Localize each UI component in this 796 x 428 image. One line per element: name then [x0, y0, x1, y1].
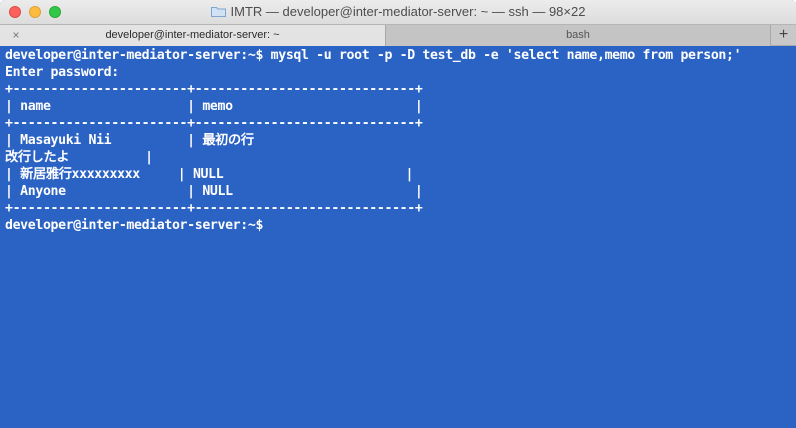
terminal-line: +-----------------------+---------------…: [5, 116, 423, 131]
tab-label: bash: [566, 29, 590, 41]
terminal-line: +-----------------------+---------------…: [5, 201, 423, 216]
terminal-line: 改行したよ |: [5, 150, 153, 165]
new-tab-button[interactable]: +: [770, 25, 796, 46]
terminal-output[interactable]: developer@inter-mediator-server:~$ mysql…: [0, 46, 796, 428]
terminal-line: | name | memo |: [5, 99, 423, 114]
tab-bash[interactable]: bash: [385, 25, 770, 46]
terminal-line: Enter password:: [5, 65, 119, 80]
terminal-line: developer@inter-mediator-server:~$: [5, 218, 264, 233]
window-title-wrap: IMTR — developer@inter-mediator-server: …: [0, 0, 796, 24]
minimize-window-button[interactable]: [29, 6, 41, 18]
terminal-line: | 新居雅行xxxxxxxxx | NULL |: [5, 167, 414, 182]
terminal-window: IMTR — developer@inter-mediator-server: …: [0, 0, 796, 428]
tab-ssh[interactable]: × developer@inter-mediator-server: ~: [0, 25, 385, 46]
terminal-line: | Anyone | NULL |: [5, 184, 423, 199]
tab-bar: × developer@inter-mediator-server: ~ bas…: [0, 24, 796, 46]
zoom-window-button[interactable]: [49, 6, 61, 18]
terminal-line: +-----------------------+---------------…: [5, 82, 423, 97]
title-bar[interactable]: IMTR — developer@inter-mediator-server: …: [0, 0, 796, 24]
window-title: IMTR — developer@inter-mediator-server: …: [230, 4, 586, 19]
terminal-line: developer@inter-mediator-server:~$ mysql…: [5, 48, 742, 63]
close-window-button[interactable]: [9, 6, 21, 18]
terminal-line: | Masayuki Nii | 最初の行: [5, 133, 254, 148]
tab-label: developer@inter-mediator-server: ~: [105, 29, 280, 41]
folder-icon: [210, 7, 226, 17]
tab-close-icon[interactable]: ×: [10, 25, 22, 45]
